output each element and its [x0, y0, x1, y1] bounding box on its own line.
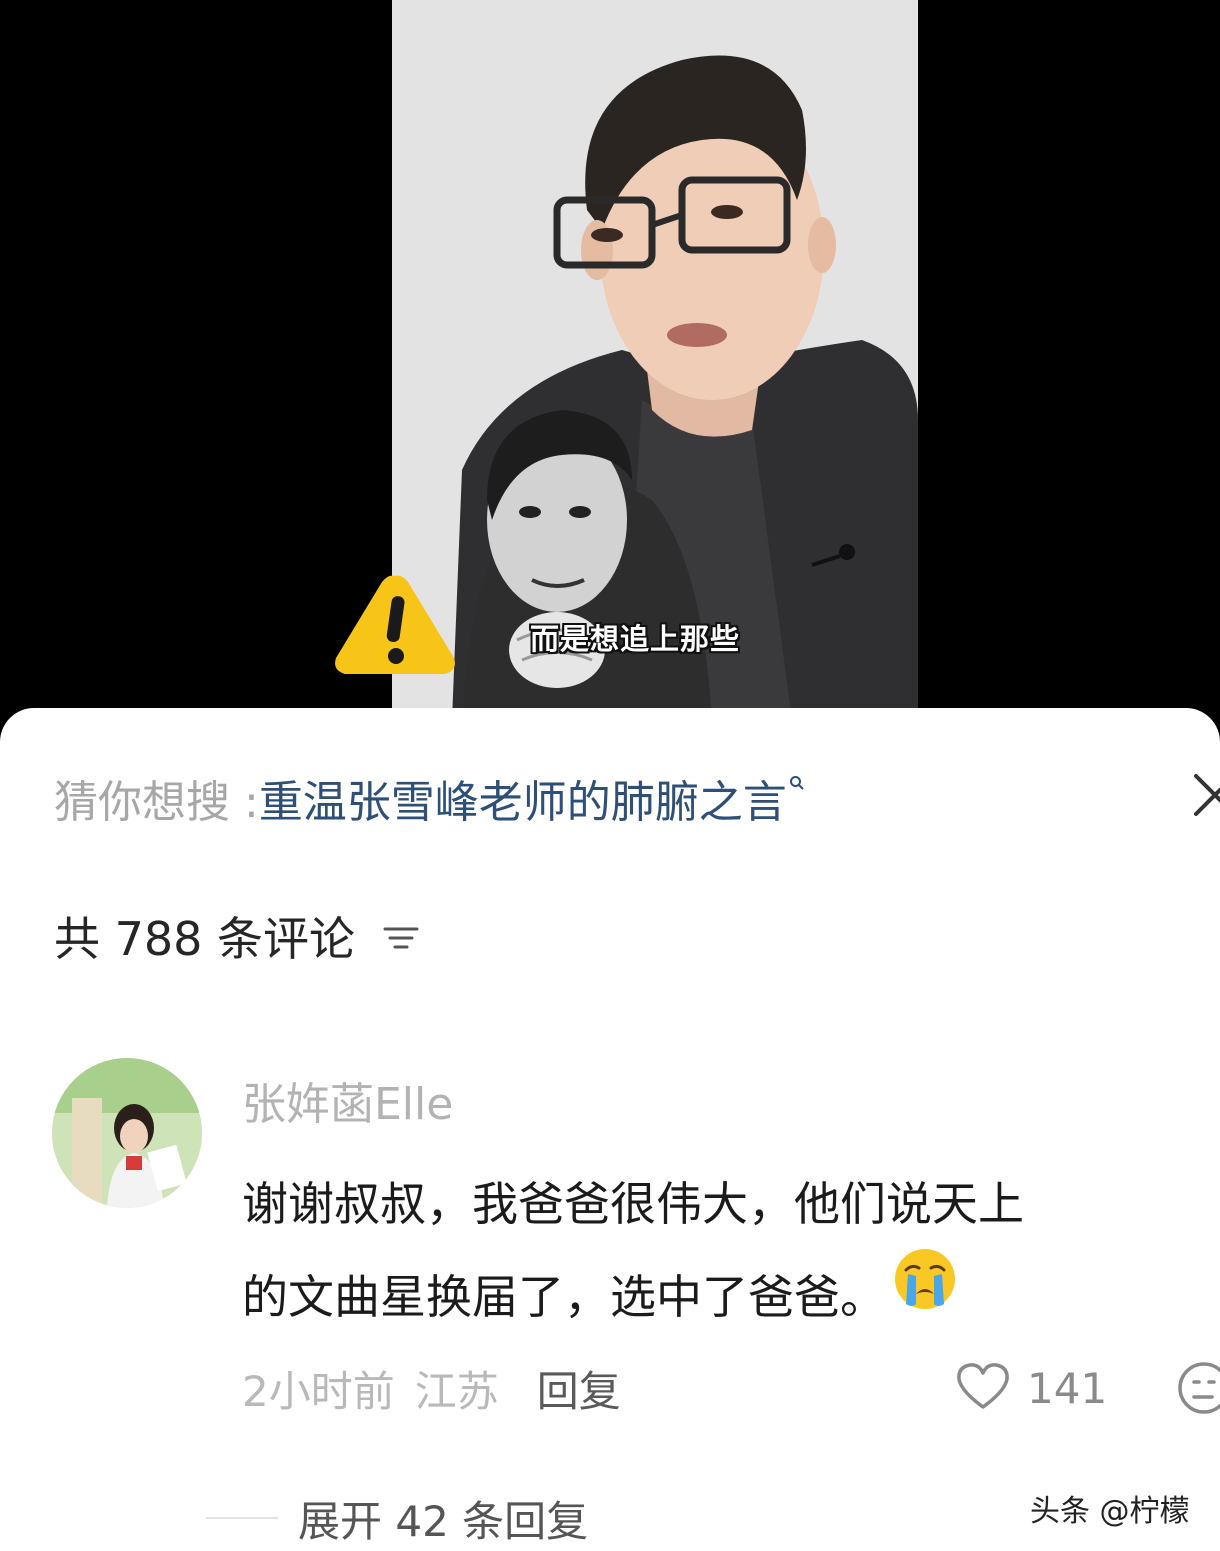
comment-text-line: 谢谢叔叔，我爸爸很伟大，他们说天上 — [242, 1177, 1024, 1231]
close-icon[interactable] — [1190, 770, 1220, 820]
comment-meta: 2小时前 江苏 回复 — [242, 1358, 621, 1418]
comment-text-line: 的文曲星换届了，选中了爸爸。 — [242, 1270, 886, 1324]
video-scene-illustration — [392, 0, 918, 720]
divider — [206, 1517, 278, 1519]
comment-sheet: 猜你想搜 : 重温张雪峰老师的肺腑之言 共 788 条评论 张姩菡Elle 谢谢… — [0, 708, 1220, 1551]
watermark: 头条 @柠檬 — [1030, 1494, 1190, 1529]
expand-replies-button[interactable]: 展开 42 条回复 — [206, 1488, 588, 1548]
search-suggestion[interactable]: 猜你想搜 : 重温张雪峰老师的肺腑之言 — [54, 768, 805, 828]
crying-emoji-icon — [892, 1246, 958, 1343]
comments-count: 共 788 条评论 — [54, 912, 356, 966]
comment-text: 谢谢叔叔，我爸爸很伟大，他们说天上 的文曲星换届了，选中了爸爸。 — [242, 1158, 1220, 1344]
expand-replies-label: 展开 42 条回复 — [298, 1496, 589, 1546]
video-subtitle: 而是想追上那些 — [530, 622, 741, 656]
suggestion-prefix: 猜你想搜 : — [54, 777, 259, 828]
sort-icon[interactable] — [381, 923, 421, 957]
video-player[interactable]: 而是想追上那些 — [0, 0, 1220, 720]
comment-location: 江苏 — [414, 1366, 499, 1416]
warning-icon — [330, 570, 460, 684]
avatar[interactable] — [52, 1058, 202, 1208]
comment-time: 2小时前 — [242, 1366, 395, 1416]
reply-button[interactable]: 回复 — [537, 1358, 621, 1419]
comment-username[interactable]: 张姩菡Elle — [242, 1068, 453, 1132]
like-count: 141 — [1027, 1363, 1108, 1413]
heart-icon — [955, 1361, 1011, 1415]
like-button[interactable]: 141 — [955, 1358, 1107, 1418]
search-icon — [789, 775, 805, 795]
video-frame — [392, 0, 918, 720]
dislike-icon[interactable] — [1176, 1360, 1220, 1420]
suggestion-query-link[interactable]: 重温张雪峰老师的肺腑之言 — [259, 766, 787, 830]
comments-count-header: 共 788 条评论 — [54, 906, 421, 966]
comment-text-line-2: 的文曲星换届了，选中了爸爸。 — [242, 1249, 1220, 1344]
